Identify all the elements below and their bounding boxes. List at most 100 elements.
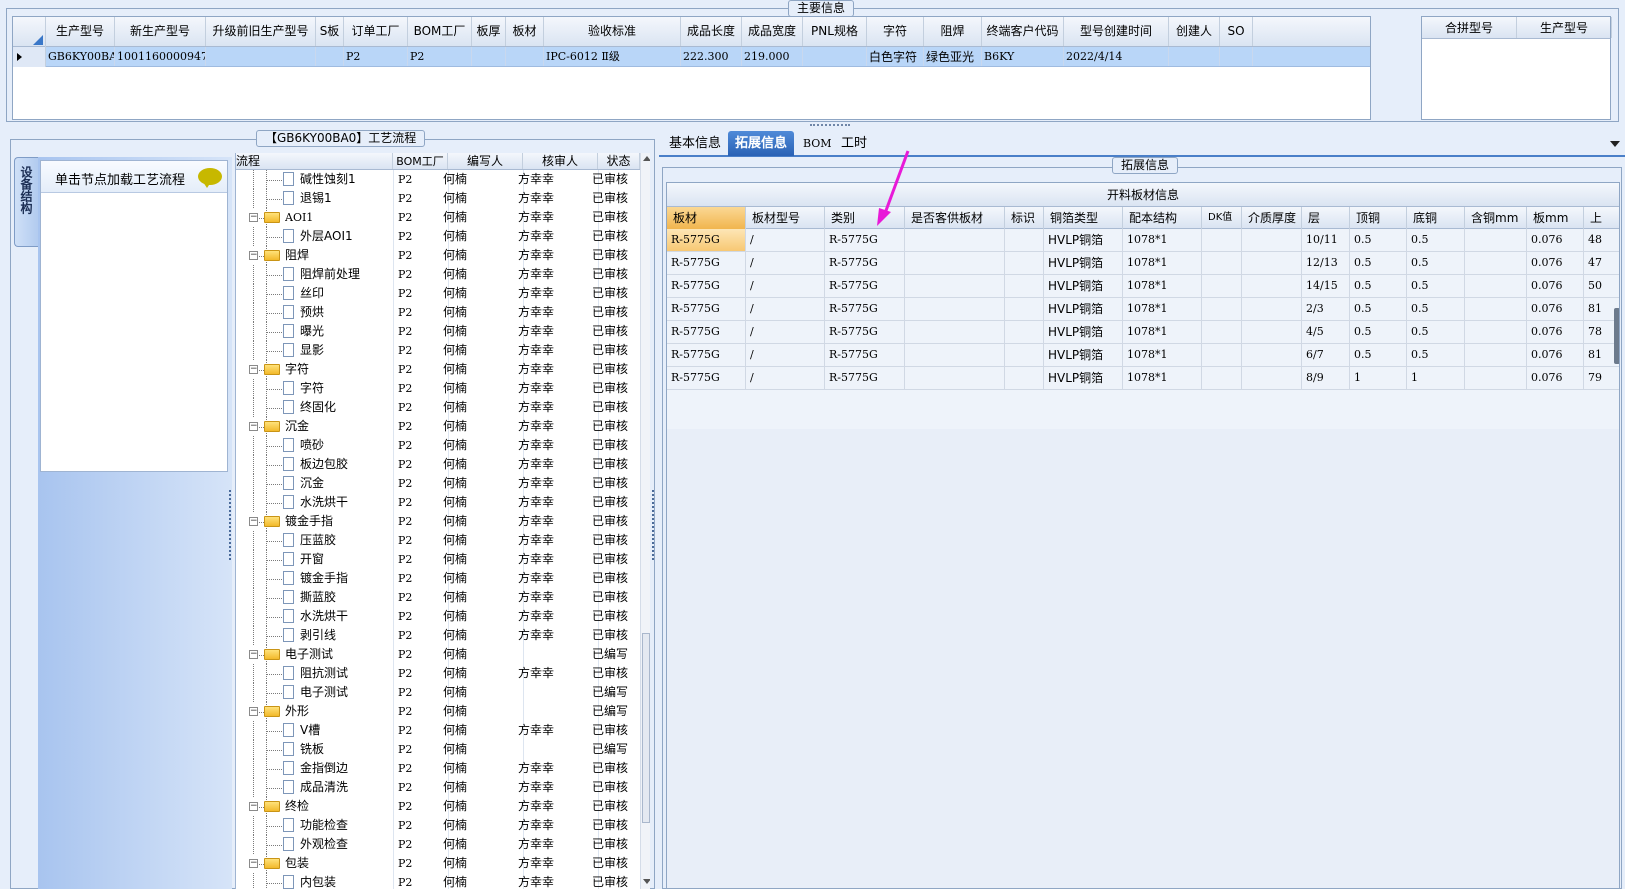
ext-col-header-7[interactable]: DK值: [1202, 207, 1242, 229]
main-cell-17[interactable]: [1222, 47, 1253, 66]
ext-cell-10[interactable]: 0.5: [1350, 298, 1407, 320]
ext-cell-14[interactable]: 48: [1584, 229, 1619, 251]
ext-cell-0[interactable]: R-5775G: [667, 298, 746, 320]
center-splitter[interactable]: [652, 490, 655, 560]
tree-folder-row[interactable]: − 字符 P2 何楠 方幸幸 已审核: [236, 360, 640, 379]
select-all-corner[interactable]: [13, 17, 46, 47]
collapse-icon[interactable]: −: [249, 422, 258, 431]
tree-step-row[interactable]: 喷砂 P2 何楠 方幸幸 已审核: [236, 436, 640, 455]
ext-cell-2[interactable]: R-5775G: [825, 367, 905, 389]
tree-folder-row[interactable]: − AOI1 P2 何楠 方幸幸 已审核: [236, 208, 640, 227]
main-cell-16[interactable]: [1171, 47, 1220, 66]
ext-cell-12[interactable]: [1465, 344, 1527, 366]
main-cell-12[interactable]: 白色字符: [869, 47, 924, 66]
ext-cell-8[interactable]: [1242, 367, 1302, 389]
ext-cell-11[interactable]: 0.5: [1407, 229, 1465, 251]
ext-cell-0[interactable]: R-5775G: [667, 229, 746, 251]
ext-cell-12[interactable]: [1465, 229, 1527, 251]
main-col-header-9[interactable]: 成品长度: [681, 17, 742, 46]
ext-cell-3[interactable]: [905, 298, 1005, 320]
ext-col-header-4[interactable]: 标识: [1005, 207, 1044, 229]
ext-cell-2[interactable]: R-5775G: [825, 275, 905, 297]
ext-cell-3[interactable]: [905, 367, 1005, 389]
tree-step-row[interactable]: 预烘 P2 何楠 方幸幸 已审核: [236, 303, 640, 322]
main-cell-3[interactable]: [318, 47, 344, 66]
main-cell-15[interactable]: 2022/4/14: [1066, 47, 1169, 66]
ext-cell-8[interactable]: [1242, 298, 1302, 320]
tree-folder-row[interactable]: − 终检 P2 何楠 方幸幸 已审核: [236, 797, 640, 816]
ext-cell-9[interactable]: 2/3: [1302, 298, 1350, 320]
col-writer-header[interactable]: 编写人: [448, 153, 523, 169]
tree-step-row[interactable]: 金指倒边 P2 何楠 方幸幸 已审核: [236, 759, 640, 778]
tree-step-row[interactable]: 退锡1 P2 何楠 方幸幸 已审核: [236, 189, 640, 208]
ext-cell-6[interactable]: 1078*1: [1123, 344, 1202, 366]
ext-table-row[interactable]: R-5775G / R-5775G HVLP铜箔 1078*1 6/7 0.5 0.5 0.07…: [667, 344, 1619, 367]
ext-cell-14[interactable]: 50: [1584, 275, 1619, 297]
ext-cell-12[interactable]: [1465, 367, 1527, 389]
ext-table-row[interactable]: R-5775G / R-5775G HVLP铜箔 1078*1 10/11 0.5 0.5 0.…: [667, 229, 1619, 252]
main-col-header-5[interactable]: BOM工厂: [408, 17, 472, 46]
ext-cell-10[interactable]: 0.5: [1350, 275, 1407, 297]
tree-step-row[interactable]: 阻焊前处理 P2 何楠 方幸幸 已审核: [236, 265, 640, 284]
scroll-down-icon[interactable]: [643, 879, 650, 884]
ext-cell-10[interactable]: 0.5: [1350, 321, 1407, 343]
tree-step-row[interactable]: 撕蓝胶 P2 何楠 方幸幸 已审核: [236, 588, 640, 607]
tree-step-row[interactable]: 外观检查 P2 何楠 方幸幸 已审核: [236, 835, 640, 854]
main-col-header-12[interactable]: 字符: [867, 17, 924, 46]
ext-cell-4[interactable]: [1005, 344, 1044, 366]
main-cell-7[interactable]: [508, 47, 544, 66]
ext-cell-11[interactable]: 0.5: [1407, 275, 1465, 297]
equipment-structure-tab[interactable]: 设备结构: [14, 157, 38, 247]
tree-step-row[interactable]: 内包装 P2 何楠 方幸幸 已审核: [236, 873, 640, 889]
ext-cell-3[interactable]: [905, 344, 1005, 366]
ext-cell-5[interactable]: HVLP铜箔: [1044, 229, 1123, 251]
ext-cell-8[interactable]: [1242, 344, 1302, 366]
tree-step-row[interactable]: V槽 P2 何楠 方幸幸 已审核: [236, 721, 640, 740]
ext-cell-7[interactable]: [1202, 367, 1242, 389]
ext-cell-8[interactable]: [1242, 229, 1302, 251]
ext-cell-13[interactable]: 0.076: [1527, 344, 1584, 366]
merge-production-model-header[interactable]: 生产型号: [1517, 17, 1612, 38]
ext-cell-12[interactable]: [1465, 252, 1527, 274]
tab-1[interactable]: 拓展信息: [728, 131, 795, 156]
ext-cell-4[interactable]: [1005, 229, 1044, 251]
ext-cell-9[interactable]: 10/11: [1302, 229, 1350, 251]
col-bom-factory-header[interactable]: BOM工厂: [393, 153, 448, 169]
ext-cell-13[interactable]: 0.076: [1527, 321, 1584, 343]
tree-folder-row[interactable]: − 电子测试 P2 何楠 已编写: [236, 645, 640, 664]
ext-cell-7[interactable]: [1202, 229, 1242, 251]
ext-cell-13[interactable]: 0.076: [1527, 367, 1584, 389]
ext-cell-10[interactable]: 0.5: [1350, 344, 1407, 366]
ext-cell-7[interactable]: [1202, 275, 1242, 297]
ext-cell-11[interactable]: 0.5: [1407, 298, 1465, 320]
main-cell-4[interactable]: P2: [346, 47, 408, 66]
tree-step-row[interactable]: 开窗 P2 何楠 方幸幸 已审核: [236, 550, 640, 569]
main-col-header-6[interactable]: 板厚: [472, 17, 506, 46]
ext-scroll-thumb[interactable]: [1614, 308, 1619, 364]
main-col-header-10[interactable]: 成品宽度: [742, 17, 803, 46]
main-col-header-0[interactable]: 生产型号: [46, 17, 115, 46]
ext-cell-10[interactable]: 1: [1350, 367, 1407, 389]
ext-cell-5[interactable]: HVLP铜箔: [1044, 298, 1123, 320]
ext-cell-13[interactable]: 0.076: [1527, 252, 1584, 274]
tree-step-row[interactable]: 水洗烘干 P2 何楠 方幸幸 已审核: [236, 607, 640, 626]
ext-cell-7[interactable]: [1202, 252, 1242, 274]
tree-folder-row[interactable]: − 阻焊 P2 何楠 方幸幸 已审核: [236, 246, 640, 265]
ext-cell-9[interactable]: 14/15: [1302, 275, 1350, 297]
collapse-icon[interactable]: −: [249, 802, 258, 811]
ext-cell-0[interactable]: R-5775G: [667, 367, 746, 389]
col-status-header[interactable]: 状态: [598, 153, 640, 169]
main-col-header-11[interactable]: PNL规格: [803, 17, 867, 46]
main-col-header-17[interactable]: SO: [1220, 17, 1253, 46]
main-col-header-4[interactable]: 订单工厂: [344, 17, 408, 46]
ext-table-row[interactable]: R-5775G / R-5775G HVLP铜箔 1078*1 4/5 0.5 0.5 0.07…: [667, 321, 1619, 344]
main-cell-0[interactable]: GB6KY00BA0: [48, 47, 115, 66]
ext-cell-12[interactable]: [1465, 298, 1527, 320]
ext-cell-0[interactable]: R-5775G: [667, 344, 746, 366]
ext-col-header-9[interactable]: 层: [1302, 207, 1350, 229]
ext-cell-5[interactable]: HVLP铜箔: [1044, 367, 1123, 389]
ext-cell-10[interactable]: 0.5: [1350, 229, 1407, 251]
tree-step-row[interactable]: 功能检查 P2 何楠 方幸幸 已审核: [236, 816, 640, 835]
tree-step-row[interactable]: 阻抗测试 P2 何楠 方幸幸 已审核: [236, 664, 640, 683]
tree-step-row[interactable]: 丝印 P2 何楠 方幸幸 已审核: [236, 284, 640, 303]
